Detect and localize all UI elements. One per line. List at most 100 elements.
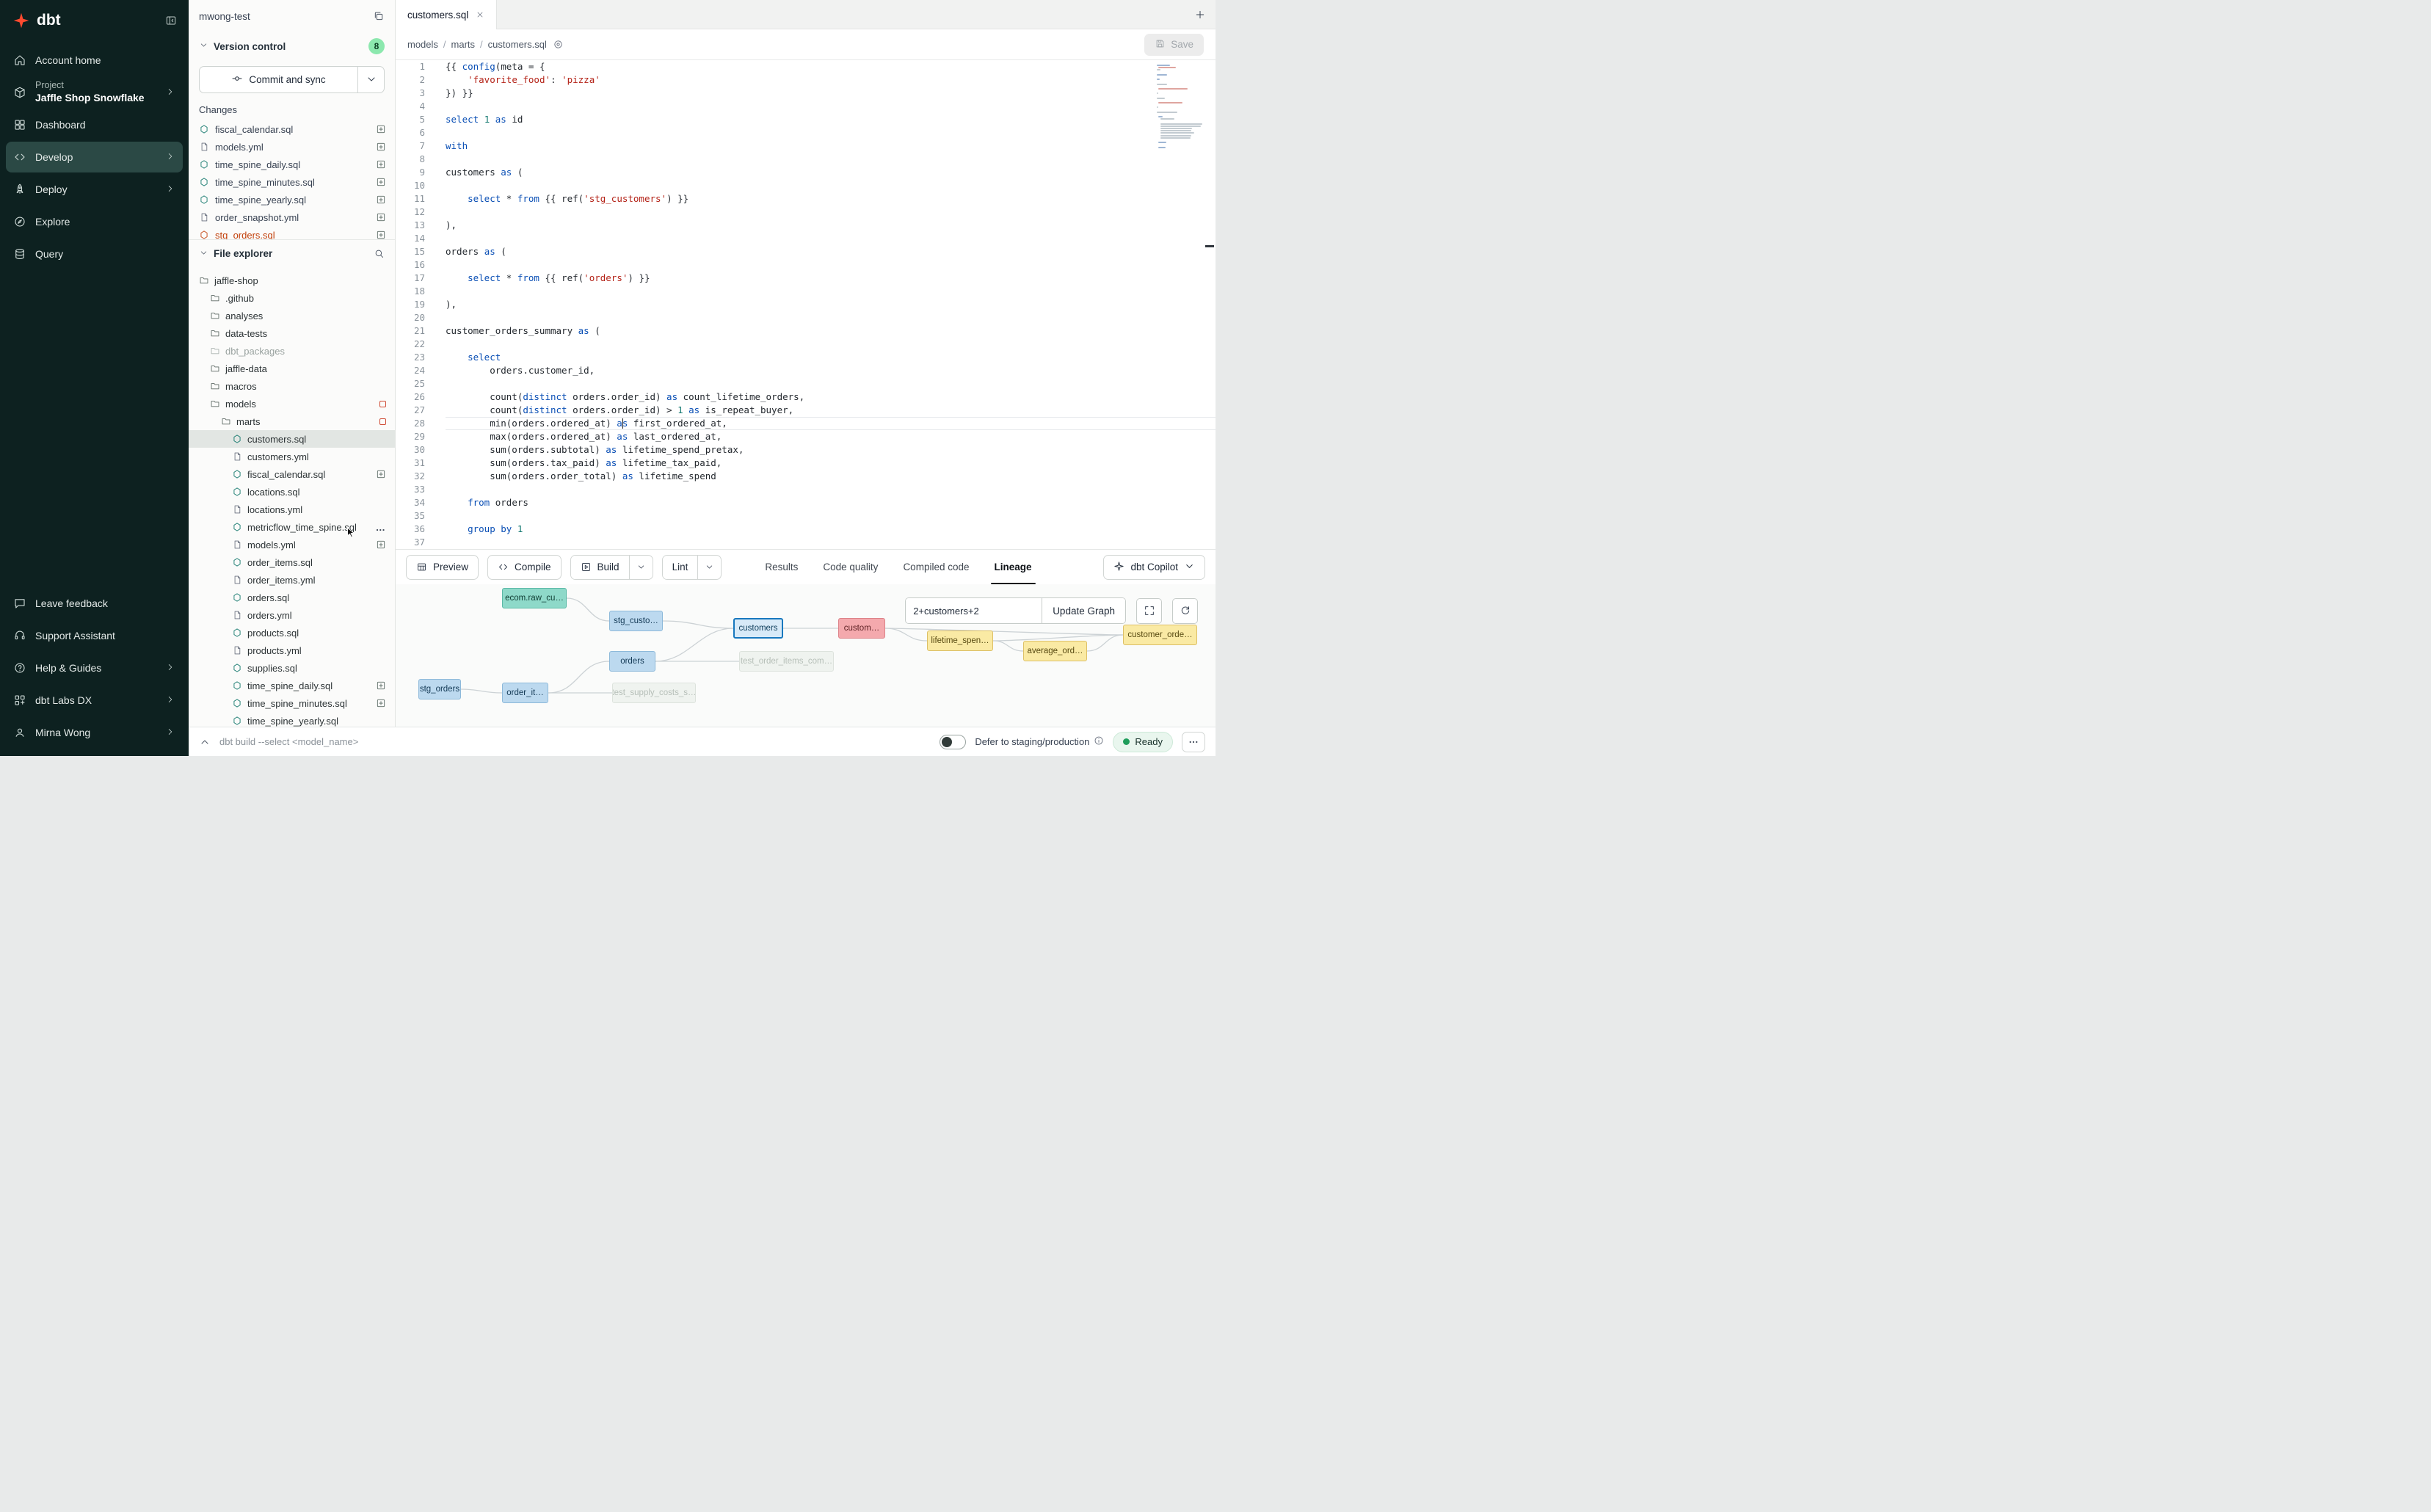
lineage-node-customer_orde[interactable]: customer_orde… [1123,625,1197,645]
changed-file-order-snapshot-yml[interactable]: order_snapshot.yml [189,208,395,226]
tree-item-github[interactable]: .github [189,289,395,307]
new-tab-button[interactable] [1185,0,1216,29]
code-line[interactable] [446,536,1216,549]
breadcrumb-marts[interactable]: marts [451,39,476,50]
code-line[interactable] [446,153,1216,166]
lineage-node-ecom[interactable]: ecom.raw_cu… [502,588,567,608]
lineage-search-input[interactable] [906,598,1042,623]
lint-button[interactable]: Lint [663,556,698,579]
code-line[interactable]: sum(orders.order_total) as lifetime_spen… [446,470,1216,483]
refresh-graph-button[interactable] [1172,598,1198,624]
sidebar-item-deploy[interactable]: Deploy [6,174,183,205]
code-line[interactable]: ), [446,298,1216,311]
breadcrumb-models[interactable]: models [407,39,438,50]
save-button[interactable]: Save [1144,34,1204,56]
collapse-sidebar-icon[interactable] [165,15,177,26]
update-graph-button[interactable]: Update Graph [1042,598,1125,623]
changed-file-time-spine-daily-sql[interactable]: time_spine_daily.sql [189,156,395,173]
code-line[interactable]: customer_orders_summary as ( [446,324,1216,338]
sidebar-item-query[interactable]: Query [6,239,183,269]
stage-file-button[interactable] [376,124,386,134]
lineage-node-test_supply[interactable]: test_supply_costs_s… [612,683,696,703]
changed-file-time-spine-minutes-sql[interactable]: time_spine_minutes.sql [189,173,395,191]
stage-file-button[interactable] [376,195,386,205]
code-line[interactable] [446,258,1216,272]
code-line[interactable]: min(orders.ordered_at) as first_ordered_… [446,417,1216,430]
code-line[interactable]: max(orders.ordered_at) as last_ordered_a… [446,430,1216,443]
build-button[interactable]: Build [571,556,629,579]
code-line[interactable]: 'favorite_food': 'pizza' [446,73,1216,87]
tab-results[interactable]: Results [752,550,810,584]
code-line[interactable]: count(distinct orders.order_id) as count… [446,390,1216,404]
tree-item-order-items-sql[interactable]: order_items.sql [189,553,395,571]
create-file-button[interactable] [376,539,386,550]
tree-item-macros[interactable]: macros [189,377,395,395]
defer-toggle[interactable] [940,735,966,749]
lineage-node-stg_orders[interactable]: stg_orders [418,679,461,699]
code-line[interactable]: sum(orders.subtotal) as lifetime_spend_p… [446,443,1216,457]
tree-item-orders-sql[interactable]: orders.sql [189,589,395,606]
lineage-node-custom[interactable]: custom… [838,618,885,639]
fullscreen-button[interactable] [1136,598,1162,624]
changed-file-models-yml[interactable]: models.yml [189,138,395,156]
sidebar-item-project[interactable]: ProjectJaffle Shop Snowflake [6,77,183,108]
tree-item-customers-sql[interactable]: customers.sql [189,430,395,448]
tree-item-products-sql[interactable]: products.sql [189,624,395,641]
sidebar-item-develop[interactable]: Develop [6,142,183,172]
tree-item-marts[interactable]: marts [189,412,395,430]
lineage-node-test_order[interactable]: test_order_items_com… [739,651,834,672]
code-line[interactable]: orders as ( [446,245,1216,258]
code-area[interactable]: {{ config(meta = { 'favorite_food': 'piz… [438,60,1216,549]
sidebar-item-dbt-labs-dx[interactable]: dbt Labs DX [6,685,183,716]
create-file-button[interactable] [376,469,386,479]
tree-item-fiscal-calendar-sql[interactable]: fiscal_calendar.sql [189,465,395,483]
tree-item-locations-sql[interactable]: locations.sql [189,483,395,501]
sidebar-item-dashboard[interactable]: Dashboard [6,109,183,140]
tree-item-metricflow-time-spine-sql[interactable]: metricflow_time_spine.sql… [189,518,395,536]
code-line[interactable] [446,509,1216,523]
code-line[interactable]: from orders [446,496,1216,509]
lineage-node-stg_cust[interactable]: stg_custo… [609,611,663,631]
more-options-button[interactable] [1182,732,1205,752]
tree-item-time-spine-daily-sql[interactable]: time_spine_daily.sql [189,677,395,694]
tab-customers-sql[interactable]: customers.sql [396,0,497,29]
copy-branch-button[interactable] [373,10,385,22]
tab-compiled-code[interactable]: Compiled code [890,550,981,584]
stage-file-button[interactable] [376,230,386,239]
code-line[interactable] [446,311,1216,324]
lineage-node-order_it[interactable]: order_it… [502,683,548,703]
tree-item-time-spine-yearly-sql[interactable]: time_spine_yearly.sql [189,712,395,727]
code-line[interactable]: customers as ( [446,166,1216,179]
lineage-node-average[interactable]: average_ord… [1023,641,1087,661]
code-line[interactable]: select * from {{ ref('stg_customers') }} [446,192,1216,206]
changed-file-stg-orders-sql[interactable]: stg_orders.sql [189,226,395,239]
tree-item-time-spine-minutes-sql[interactable]: time_spine_minutes.sql [189,694,395,712]
tree-item-supplies-sql[interactable]: supplies.sql [189,659,395,677]
lineage-node-lifetime[interactable]: lifetime_spen… [927,630,993,651]
file-explorer-header[interactable]: File explorer [189,239,395,267]
tree-item-data-tests[interactable]: data-tests [189,324,395,342]
sidebar-item-explore[interactable]: Explore [6,206,183,237]
breadcrumb-customers-sql[interactable]: customers.sql [488,39,547,50]
file-menu-button[interactable]: … [376,522,386,533]
tree-item-customers-yml[interactable]: customers.yml [189,448,395,465]
code-line[interactable]: count(distinct orders.order_id) > 1 as i… [446,404,1216,417]
code-line[interactable]: ), [446,219,1216,232]
search-files-icon[interactable] [374,248,385,259]
code-line[interactable] [446,100,1216,113]
tree-item-jaffle-shop[interactable]: jaffle-shop [189,272,395,289]
preview-button[interactable]: Preview [406,555,479,580]
tree-item-dbt-packages[interactable]: dbt_packages [189,342,395,360]
code-line[interactable]: }) }} [446,87,1216,100]
code-line[interactable] [446,338,1216,351]
expand-command-bar-button[interactable] [199,736,211,748]
stage-file-button[interactable] [376,142,386,152]
info-icon[interactable] [1094,735,1104,748]
version-control-header[interactable]: Version control 8 [189,32,395,60]
sidebar-item-leave-feedback[interactable]: Leave feedback [6,588,183,619]
changed-file-time-spine-yearly-sql[interactable]: time_spine_yearly.sql [189,191,395,208]
dbt-logo[interactable]: dbt [12,11,61,30]
tree-item-models-yml[interactable]: models.yml [189,536,395,553]
lint-options-chevron[interactable] [697,556,721,579]
code-line[interactable] [446,206,1216,219]
